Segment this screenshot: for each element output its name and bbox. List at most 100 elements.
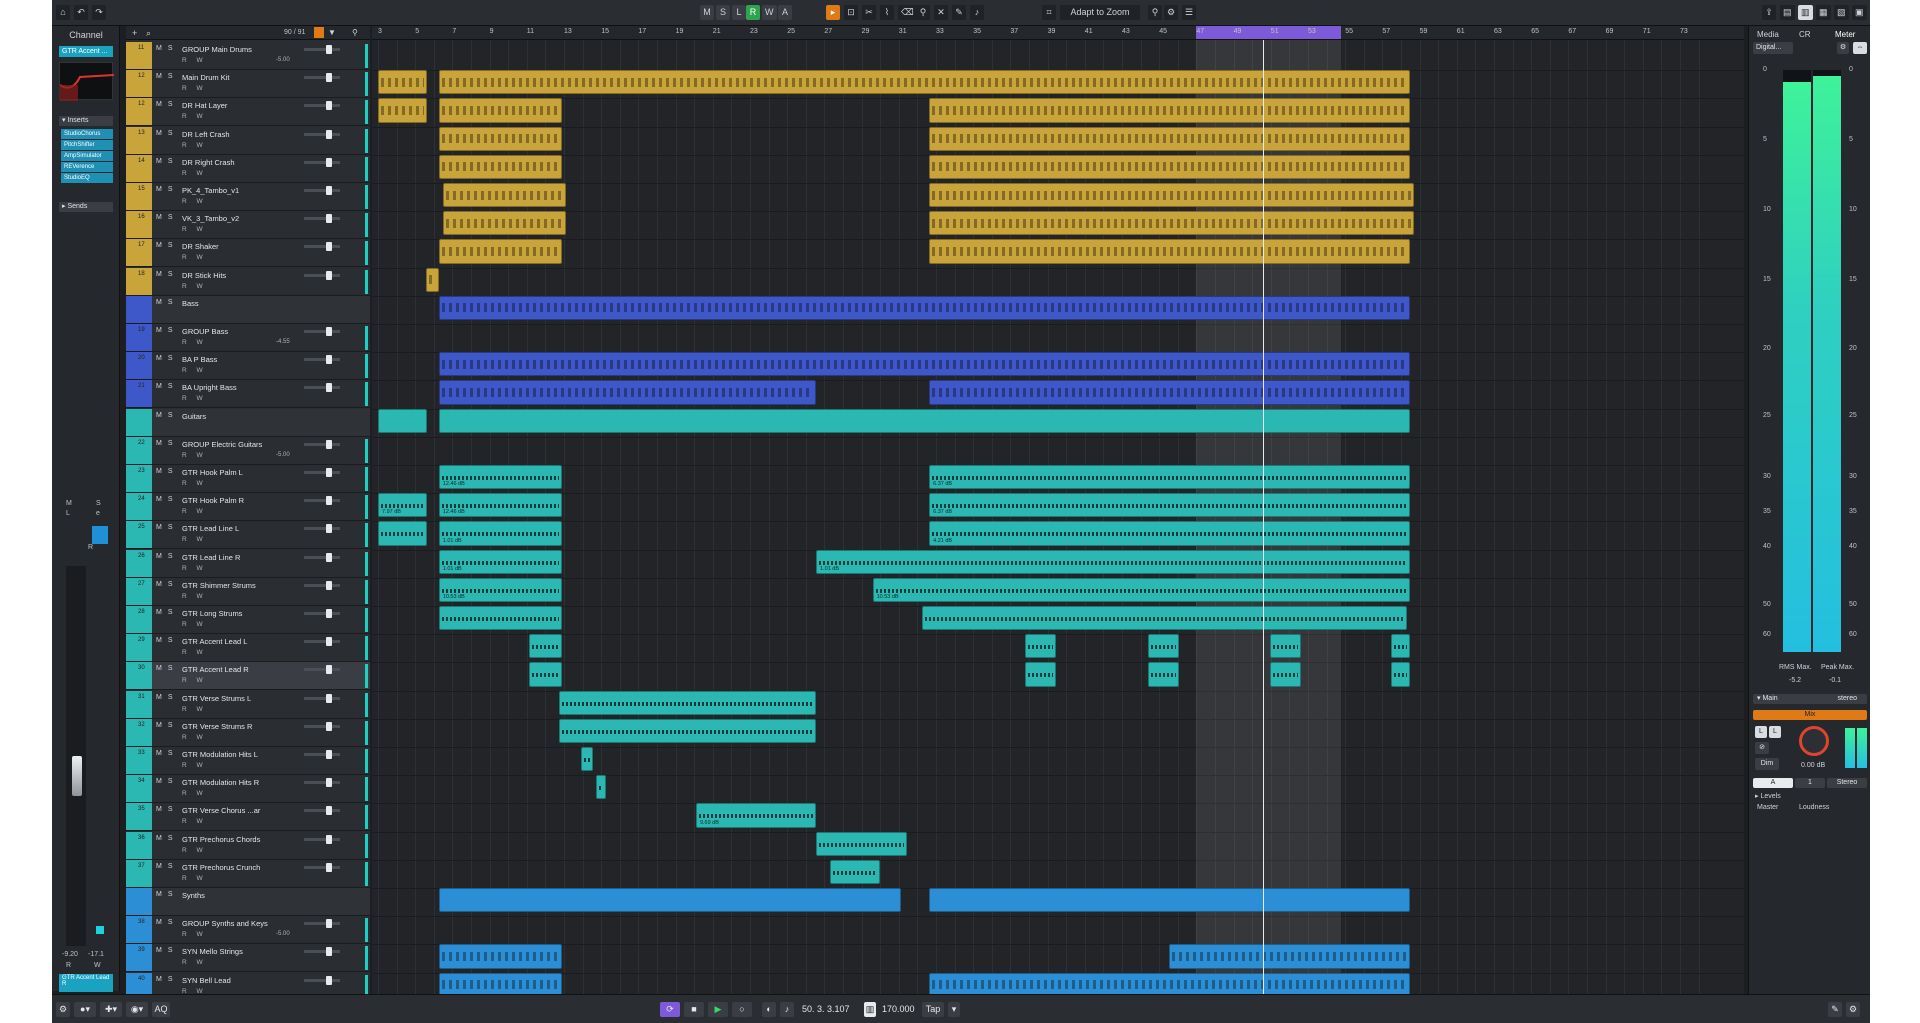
- track-name[interactable]: Main Drum Kit: [182, 73, 230, 82]
- read-write-automation[interactable]: R W: [182, 621, 207, 628]
- clip-event[interactable]: 10.53 dB: [438, 577, 562, 602]
- track-header[interactable]: 16 MS VK_3_Tambo_v2 R W: [126, 211, 370, 240]
- draw-tool-icon[interactable]: ✎: [952, 5, 966, 20]
- volume-slider-handle[interactable]: [326, 157, 332, 167]
- track-header[interactable]: 13 MS DR Left Crash R W: [126, 126, 370, 155]
- read-write-automation[interactable]: R W: [182, 762, 207, 769]
- mute-solo-buttons[interactable]: MS: [156, 553, 179, 560]
- speaker-set-one[interactable]: 1: [1795, 778, 1825, 788]
- track-header[interactable]: 29 MS GTR Accent Lead L R W: [126, 634, 370, 663]
- volume-slider-handle[interactable]: [326, 665, 332, 675]
- metronome-options-icon[interactable]: ◉▾: [126, 1002, 148, 1017]
- track-name[interactable]: GTR Long Strums: [182, 609, 242, 618]
- volume-slider-handle[interactable]: [326, 862, 332, 872]
- track-header[interactable]: 11 MS GROUP Main Drums R W -5.00: [126, 42, 370, 70]
- read-write-automation[interactable]: R W: [182, 452, 207, 459]
- clip-event[interactable]: 10.53 dB: [872, 577, 1410, 602]
- mute-solo-buttons[interactable]: MS: [156, 637, 179, 644]
- tap-tempo-button[interactable]: Tap: [922, 1002, 944, 1017]
- tempo-dropdown-icon[interactable]: ▾: [948, 1002, 960, 1017]
- track-header[interactable]: 37 MS GTR Prechorus Crunch R W: [126, 859, 370, 888]
- read-write-automation[interactable]: R W: [182, 57, 207, 64]
- channel-tab[interactable]: Channel: [52, 30, 120, 40]
- mute-mode-button[interactable]: M: [700, 5, 714, 20]
- solo-button[interactable]: S: [96, 500, 101, 507]
- read-write-automation[interactable]: R W: [182, 565, 207, 572]
- clip-event[interactable]: [529, 662, 562, 687]
- mute-solo-buttons[interactable]: MS: [156, 186, 179, 193]
- clip-event[interactable]: [929, 126, 1410, 151]
- volume-slider[interactable]: [304, 496, 340, 506]
- mute-solo-buttons[interactable]: MS: [156, 806, 179, 813]
- clip-event[interactable]: [929, 98, 1410, 123]
- clip-event[interactable]: 12.46 dB: [438, 493, 562, 518]
- mute-solo-buttons[interactable]: MS: [156, 722, 179, 729]
- punch-icon[interactable]: ◐: [762, 1002, 776, 1017]
- track-name[interactable]: GTR Shimmer Strums: [182, 581, 256, 590]
- clip-event[interactable]: [438, 944, 562, 969]
- volume-slider-handle[interactable]: [326, 129, 332, 139]
- track-header[interactable]: 23 MS GTR Hook Palm L R W: [126, 465, 370, 493]
- object-select-tool-icon[interactable]: ▸: [826, 5, 840, 20]
- read-write-automation[interactable]: R W: [182, 283, 207, 290]
- track-name[interactable]: GTR Verse Strums R: [182, 722, 252, 731]
- loop-range[interactable]: [1196, 26, 1342, 39]
- volume-slider-handle[interactable]: [326, 947, 332, 957]
- settings-icon[interactable]: ⚙: [1164, 5, 1179, 20]
- track-name[interactable]: DR Right Crash: [182, 158, 235, 167]
- volume-slider-handle[interactable]: [326, 73, 332, 83]
- panner-knob[interactable]: [92, 526, 108, 544]
- mute-solo-buttons[interactable]: MS: [156, 581, 179, 588]
- volume-slider[interactable]: [304, 439, 340, 449]
- mix-source-button[interactable]: Mix: [1753, 710, 1867, 720]
- clip-event[interactable]: [816, 831, 907, 856]
- read-write-automation[interactable]: R W: [182, 959, 207, 966]
- clip-event[interactable]: 9.69 dB: [695, 803, 817, 828]
- sync-selection-icon[interactable]: [314, 27, 324, 38]
- mute-solo-buttons[interactable]: MS: [156, 242, 179, 249]
- volume-slider[interactable]: [304, 834, 340, 844]
- mute-solo-buttons[interactable]: MS: [156, 947, 179, 954]
- track-name[interactable]: GTR Verse Strums L: [182, 694, 251, 703]
- volume-slider[interactable]: [304, 947, 340, 957]
- track-name[interactable]: DR Hat Layer: [182, 101, 227, 110]
- track-name[interactable]: GTR Hook Palm R: [182, 496, 244, 505]
- timeline-ruler[interactable]: 3 5 7 9 11 13 15 17 19 21 23 25 27 29 31 33 35 37 39 41 43 45…: [372, 26, 1744, 40]
- fader-handle[interactable]: [72, 756, 82, 796]
- clip-event[interactable]: 1.01 dB: [816, 549, 1410, 574]
- folder-track[interactable]: MS Synths: [126, 888, 370, 916]
- track-header[interactable]: 24 MS GTR Hook Palm R R W: [126, 493, 370, 522]
- volume-slider-handle[interactable]: [326, 496, 332, 506]
- clip-event[interactable]: [929, 183, 1414, 208]
- levels-section[interactable]: ▸ Levels: [1755, 792, 1781, 800]
- dim-button[interactable]: Dim: [1755, 758, 1779, 770]
- clip-event[interactable]: 12.46 dB: [438, 465, 562, 490]
- insert-slot-1[interactable]: StudioChorus: [61, 129, 113, 139]
- track-name[interactable]: GROUP Electric Guitars: [182, 440, 262, 449]
- read-write-automation[interactable]: R W: [182, 226, 207, 233]
- volume-slider[interactable]: [304, 355, 340, 365]
- zoom-mode-dropdown[interactable]: Adapt to Zoom: [1060, 5, 1140, 20]
- automation-mode-button[interactable]: A: [778, 5, 792, 20]
- edit-tool-icon[interactable]: ✎: [1828, 1002, 1842, 1017]
- track-name[interactable]: GTR Verse Chorus ...ar: [182, 806, 260, 815]
- track-header[interactable]: 27 MS GTR Shimmer Strums R W: [126, 577, 370, 606]
- redo-icon[interactable]: ↷: [92, 5, 106, 20]
- insert-slot-2[interactable]: PitchShifter: [61, 140, 113, 150]
- read-write-automation[interactable]: R W: [182, 339, 207, 346]
- volume-slider[interactable]: [304, 665, 340, 675]
- tempo-track-icon[interactable]: ▥: [864, 1002, 876, 1017]
- track-header[interactable]: 35 MS GTR Verse Chorus ...ar R W: [126, 803, 370, 832]
- mute-solo-buttons[interactable]: MS: [156, 609, 179, 616]
- track-color-strip[interactable]: [126, 295, 152, 323]
- clip-event[interactable]: [929, 380, 1410, 405]
- clip-event[interactable]: [581, 747, 593, 772]
- volume-slider-handle[interactable]: [326, 242, 332, 252]
- read-write-automation[interactable]: R W: [182, 254, 207, 261]
- clip-event[interactable]: [558, 690, 817, 715]
- range-tool-icon[interactable]: ⊡: [844, 5, 858, 20]
- read-write-automation[interactable]: R W: [182, 706, 207, 713]
- read-write-automation[interactable]: R W: [182, 536, 207, 543]
- volume-slider[interactable]: [304, 270, 340, 280]
- volume-slider-handle[interactable]: [326, 327, 332, 336]
